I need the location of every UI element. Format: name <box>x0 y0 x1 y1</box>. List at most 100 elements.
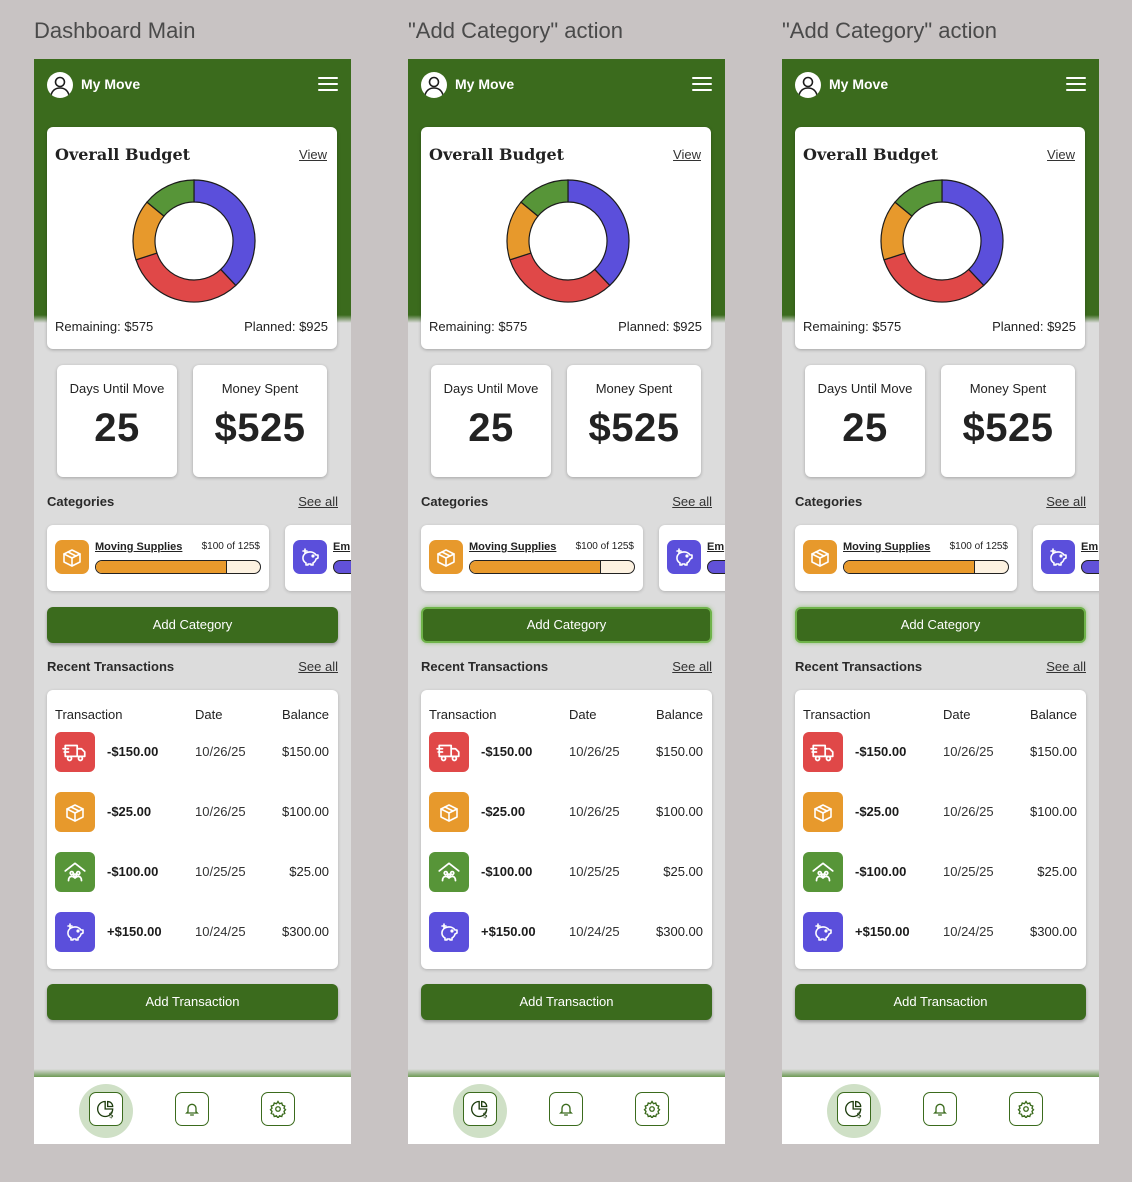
category-name[interactable]: Em <box>1081 541 1098 553</box>
transaction-date: 10/24/25 <box>569 924 620 939</box>
table-row[interactable]: -$25.00 10/26/25 $100.00 <box>421 792 712 832</box>
gear-icon[interactable] <box>635 1092 669 1126</box>
piggy-bank-icon <box>55 912 95 952</box>
user-avatar-icon[interactable] <box>795 72 821 98</box>
add-category-button[interactable]: Add Category <box>421 607 712 643</box>
category-card[interactable]: Moving Supplies $100 of 125$ <box>795 525 1017 591</box>
bottom-nav-fade <box>782 1069 1099 1077</box>
category-progress-bar <box>707 560 725 574</box>
table-row[interactable]: -$25.00 10/26/25 $100.00 <box>795 792 1086 832</box>
user-avatar-icon[interactable] <box>421 72 447 98</box>
top-bar: My Move <box>34 59 351 111</box>
category-progress-fill <box>844 561 976 573</box>
add-transaction-button[interactable]: Add Transaction <box>47 984 338 1020</box>
donut-segment <box>883 252 985 303</box>
transaction-balance: $150.00 <box>656 744 703 759</box>
add-category-button[interactable]: Add Category <box>47 607 338 643</box>
categories-see-all-link[interactable]: See all <box>298 494 338 509</box>
budget-chart-icon[interactable]: $ <box>837 1092 871 1126</box>
money-spent-value: $525 <box>588 406 680 450</box>
category-card[interactable]: Em <box>285 525 351 591</box>
table-row[interactable]: -$100.00 10/25/25 $25.00 <box>795 852 1086 892</box>
bell-icon[interactable] <box>549 1092 583 1126</box>
transaction-balance: $300.00 <box>282 924 329 939</box>
view-budget-link[interactable]: View <box>1047 147 1075 162</box>
category-amount: $100 of 125$ <box>575 541 634 552</box>
budget-chart-icon[interactable]: $ <box>463 1092 497 1126</box>
transaction-date: 10/25/25 <box>569 864 620 879</box>
box-icon <box>55 540 89 574</box>
overall-budget-card: Overall Budget View Remaining: $575 Plan… <box>421 127 711 349</box>
transaction-date: 10/24/25 <box>195 924 246 939</box>
categories-label: Categories <box>795 494 863 509</box>
money-spent-card: Money Spent $525 <box>193 365 327 477</box>
user-avatar-icon[interactable] <box>47 72 73 98</box>
home-family-icon <box>55 852 95 892</box>
add-transaction-button[interactable]: Add Transaction <box>795 984 1086 1020</box>
hamburger-menu-icon[interactable] <box>318 77 338 93</box>
transaction-amount: -$25.00 <box>481 804 526 819</box>
piggy-bank-icon <box>293 540 327 574</box>
transaction-amount: -$100.00 <box>481 864 533 879</box>
transaction-amount: +$150.00 <box>481 924 536 939</box>
category-name[interactable]: Em <box>707 541 724 553</box>
view-budget-link[interactable]: View <box>299 147 327 162</box>
budget-title: Overall Budget <box>803 145 939 164</box>
categories-label: Categories <box>47 494 115 509</box>
table-row[interactable]: +$150.00 10/24/25 $300.00 <box>421 912 712 952</box>
bell-icon[interactable] <box>923 1092 957 1126</box>
category-card[interactable]: Moving Supplies $100 of 125$ <box>47 525 269 591</box>
transactions-see-all-link[interactable]: See all <box>298 659 338 674</box>
category-name[interactable]: Moving Supplies <box>469 541 556 553</box>
table-row[interactable]: -$150.00 10/26/25 $150.00 <box>795 732 1086 772</box>
column-header-transaction: Transaction <box>803 707 871 722</box>
categories-see-all-link[interactable]: See all <box>1046 494 1086 509</box>
table-row[interactable]: +$150.00 10/24/25 $300.00 <box>47 912 338 952</box>
moving-truck-icon <box>803 732 843 772</box>
gear-icon[interactable] <box>261 1092 295 1126</box>
category-name[interactable]: Moving Supplies <box>843 541 930 553</box>
category-name[interactable]: Moving Supplies <box>95 541 182 553</box>
moving-truck-icon <box>429 732 469 772</box>
category-card[interactable]: Em <box>659 525 725 591</box>
add-transaction-button[interactable]: Add Transaction <box>421 984 712 1020</box>
remaining-amount: Remaining: $575 <box>803 319 902 334</box>
svg-text:$: $ <box>483 1109 488 1119</box>
svg-text:$: $ <box>857 1109 862 1119</box>
table-row[interactable]: -$150.00 10/26/25 $150.00 <box>47 732 338 772</box>
category-name[interactable]: Em <box>333 541 350 553</box>
gear-icon[interactable] <box>1009 1092 1043 1126</box>
budget-chart-icon[interactable]: $ <box>89 1092 123 1126</box>
table-row[interactable]: -$100.00 10/25/25 $25.00 <box>421 852 712 892</box>
box-icon <box>803 540 837 574</box>
box-icon <box>55 792 95 832</box>
table-row[interactable]: -$100.00 10/25/25 $25.00 <box>47 852 338 892</box>
hamburger-menu-icon[interactable] <box>692 77 712 93</box>
add-category-button[interactable]: Add Category <box>795 607 1086 643</box>
view-budget-link[interactable]: View <box>673 147 701 162</box>
category-card[interactable]: Moving Supplies $100 of 125$ <box>421 525 643 591</box>
column-header-balance: Balance <box>282 707 329 722</box>
table-row[interactable]: -$150.00 10/26/25 $150.00 <box>421 732 712 772</box>
transaction-date: 10/25/25 <box>195 864 246 879</box>
transactions-see-all-link[interactable]: See all <box>1046 659 1086 674</box>
frame-title: "Add Category" action <box>782 18 997 43</box>
bottom-nav: $ <box>782 1077 1099 1144</box>
transactions-see-all-link[interactable]: See all <box>672 659 712 674</box>
box-icon <box>429 540 463 574</box>
bell-icon[interactable] <box>175 1092 209 1126</box>
table-row[interactable]: -$25.00 10/26/25 $100.00 <box>47 792 338 832</box>
transaction-date: 10/25/25 <box>943 864 994 879</box>
app-title: My Move <box>455 76 515 92</box>
categories-see-all-link[interactable]: See all <box>672 494 712 509</box>
transaction-balance: $25.00 <box>289 864 329 879</box>
transaction-date: 10/26/25 <box>195 804 246 819</box>
donut-segment <box>135 252 237 303</box>
transaction-date: 10/26/25 <box>943 744 994 759</box>
donut-segment <box>567 179 630 287</box>
category-card[interactable]: Em <box>1033 525 1099 591</box>
table-row[interactable]: +$150.00 10/24/25 $300.00 <box>795 912 1086 952</box>
hamburger-menu-icon[interactable] <box>1066 77 1086 93</box>
category-progress-fill <box>470 561 602 573</box>
days-until-move-card: Days Until Move 25 <box>431 365 551 477</box>
